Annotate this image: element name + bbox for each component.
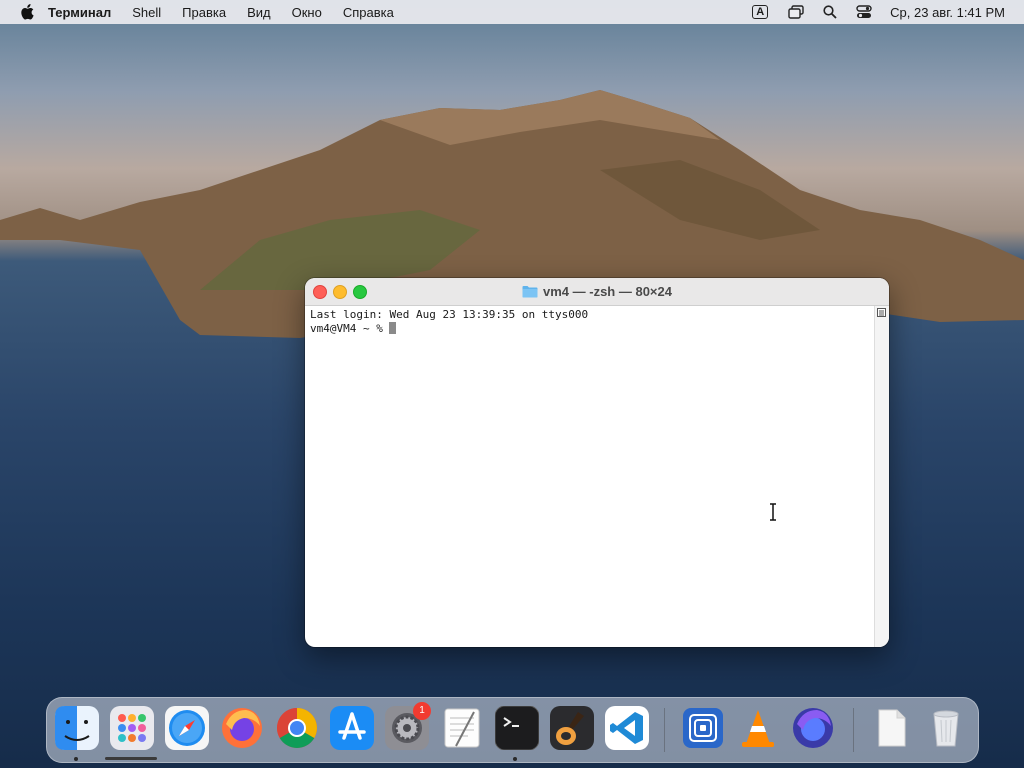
dock-safari-icon[interactable] — [165, 706, 209, 750]
notification-badge: 1 — [413, 702, 431, 720]
dock-firefox-icon[interactable] — [220, 706, 264, 750]
terminal-prompt: vm4@VM4 ~ % — [310, 322, 390, 335]
dock-firefox-developer-icon[interactable] — [791, 706, 835, 750]
scroll-marker-icon[interactable] — [877, 308, 886, 317]
menu-help[interactable]: Справка — [343, 5, 394, 20]
dock-vscode-icon[interactable] — [605, 706, 649, 750]
menu-view[interactable]: Вид — [247, 5, 271, 20]
window-titlebar[interactable]: vm4 — -zsh — 80×24 — [305, 278, 889, 306]
vertical-scrollbar[interactable] — [874, 306, 889, 647]
folder-icon — [522, 286, 538, 298]
dock-textedit-icon[interactable] — [440, 706, 484, 750]
dock-launchpad-icon[interactable] — [110, 706, 154, 750]
dock-separator — [664, 708, 665, 752]
dock-garageband-icon[interactable] — [550, 706, 594, 750]
menu-window[interactable]: Окно — [292, 5, 322, 20]
menubar-clock[interactable]: Ср, 23 авг. 1:41 PM — [890, 5, 1005, 20]
terminal-window[interactable]: vm4 — -zsh — 80×24 Last login: Wed Aug 2… — [305, 278, 889, 647]
search-icon[interactable] — [822, 4, 838, 20]
ibeam-cursor-icon — [770, 503, 776, 521]
terminal-content[interactable]: Last login: Wed Aug 23 13:39:35 on ttys0… — [305, 306, 880, 647]
dock-chrome-icon[interactable] — [275, 706, 319, 750]
menu-shell[interactable]: Shell — [132, 5, 161, 20]
window-switch-icon[interactable] — [788, 4, 804, 20]
menu-bar: Терминал Shell Правка Вид Окно Справка A… — [0, 0, 1024, 24]
dock-scroll-indicator — [105, 757, 157, 760]
menu-app-name[interactable]: Терминал — [48, 5, 111, 20]
dock-trash-icon[interactable] — [924, 706, 968, 750]
dock-terminal-icon[interactable] — [494, 705, 540, 751]
apple-logo-icon[interactable] — [20, 4, 34, 20]
dock-vlc-icon[interactable] — [736, 706, 780, 750]
close-button[interactable] — [313, 285, 327, 299]
running-indicator — [513, 757, 517, 761]
window-title-wrap: vm4 — -zsh — 80×24 — [305, 278, 889, 305]
dock-documents-icon[interactable] — [869, 706, 913, 750]
control-center-icon[interactable] — [856, 4, 872, 20]
dock-separator — [853, 708, 854, 752]
zoom-button[interactable] — [353, 285, 367, 299]
dock: 1 — [46, 697, 979, 763]
terminal-prompt-line: vm4@VM4 ~ % — [310, 322, 880, 336]
window-title: vm4 — -zsh — 80×24 — [543, 284, 672, 299]
minimize-button[interactable] — [333, 285, 347, 299]
menu-edit[interactable]: Правка — [182, 5, 226, 20]
terminal-line: Last login: Wed Aug 23 13:39:35 on ttys0… — [310, 308, 589, 321]
dock-finder-icon[interactable] — [55, 706, 99, 750]
input-source-indicator[interactable]: A — [752, 5, 769, 19]
dock-folder-icon[interactable] — [681, 706, 725, 750]
text-cursor — [389, 322, 397, 334]
dock-app-store-icon[interactable] — [330, 706, 374, 750]
running-indicator — [74, 757, 78, 761]
